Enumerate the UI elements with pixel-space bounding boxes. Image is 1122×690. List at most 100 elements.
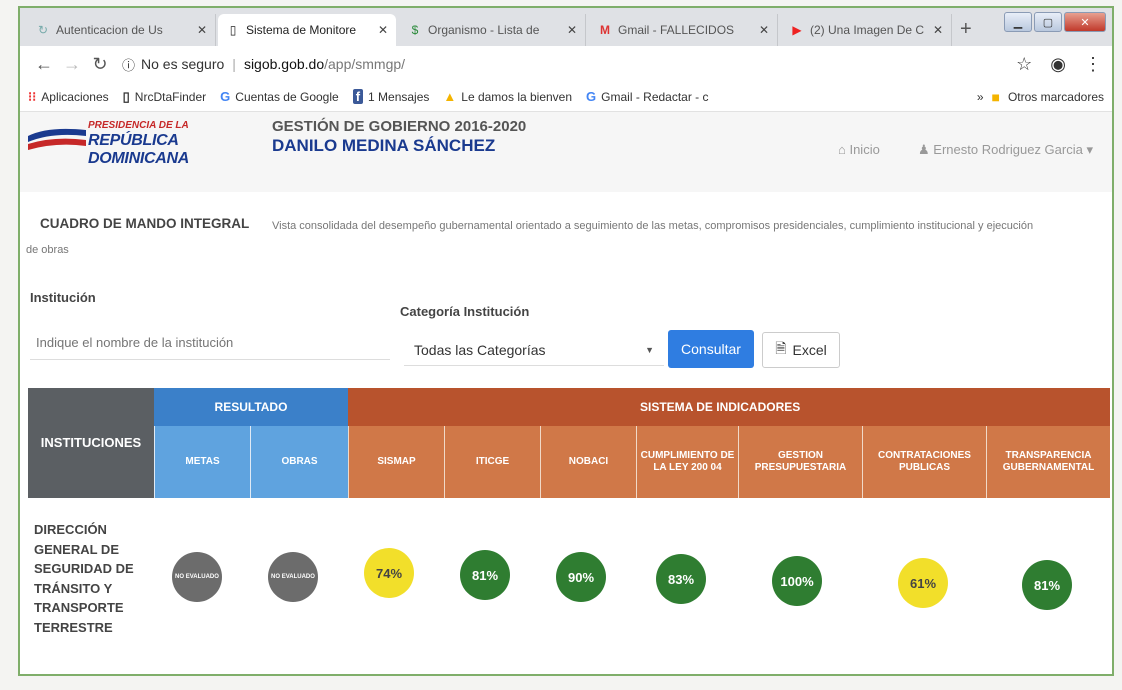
tab-autenticacion[interactable]: ↻ Autenticacion de Us ✕ xyxy=(28,14,216,46)
header-sistema-indicadores[interactable]: SISTEMA DE INDICADORES xyxy=(348,388,1110,426)
tab-gmail[interactable]: M Gmail - FALLECIDOS ✕ xyxy=(590,14,778,46)
gmail-icon: M xyxy=(600,23,610,37)
cumplimiento-ley-status-badge[interactable]: 83% xyxy=(656,554,706,604)
excel-button[interactable]: 🗎 Excel xyxy=(762,332,840,368)
gov-period: GESTIÓN DE GOBIERNO 2016-2020 xyxy=(272,118,527,135)
bookmark-nrcdtafinder[interactable]: ▯ NrcDtaFinder xyxy=(123,89,207,105)
consultar-button[interactable]: Consultar xyxy=(668,330,754,368)
header-sismap[interactable]: SISMAP xyxy=(348,426,444,498)
category-select[interactable]: Todas las Categorías ▼ xyxy=(404,334,664,366)
google-icon: G xyxy=(586,89,597,104)
excel-label: Excel xyxy=(792,342,827,358)
bookmark-gmail-redactar[interactable]: G Gmail - Redactar - c xyxy=(586,89,708,104)
inicio-label: Inicio xyxy=(849,142,880,157)
tab-label: Organismo - Lista de xyxy=(428,23,540,37)
facebook-icon: f xyxy=(352,89,364,104)
tab-label: Gmail - FALLECIDOS xyxy=(618,23,735,37)
category-label: Categoría Institución xyxy=(400,304,530,319)
gestion-presupuestaria-status-badge[interactable]: 100% xyxy=(772,556,822,606)
header-metas[interactable]: METAS xyxy=(154,426,250,498)
minimize-button[interactable]: ▁ xyxy=(1004,12,1032,32)
tab-label: Autenticacion de Us xyxy=(56,23,163,37)
institution-name-line: TRÁNSITO Y xyxy=(34,580,113,596)
close-window-button[interactable]: ✕ xyxy=(1064,12,1106,32)
metas-status-badge[interactable]: NO EVALUADO xyxy=(172,552,222,602)
bookmark-label: Le damos la bienven xyxy=(461,89,573,104)
tab-organismo[interactable]: $ Organismo - Lista de ✕ xyxy=(400,14,586,46)
back-button[interactable]: ← xyxy=(30,54,58,75)
address-bar[interactable]: ⓘ No es seguro | sigob.gob.do/app/smmgp/ xyxy=(122,55,405,74)
tab-label: (2) Una Imagen De C xyxy=(810,23,925,37)
header-iticge[interactable]: ITICGE xyxy=(444,426,540,498)
new-tab-button[interactable]: + xyxy=(960,18,972,41)
tab-label: Sistema de Monitore xyxy=(246,23,357,37)
caret-down-icon: ▼ xyxy=(645,344,654,355)
reload-button[interactable]: ↻ xyxy=(86,54,114,75)
star-icon[interactable]: ☆ xyxy=(1016,54,1032,75)
url-host: sigob.gob.do xyxy=(243,56,325,72)
url-path: /app/smmgp/ xyxy=(324,56,406,72)
inicio-link[interactable]: ⌂ Inicio xyxy=(838,142,880,157)
profile-icon[interactable]: ◉ xyxy=(1050,54,1066,75)
maximize-button[interactable]: ▢ xyxy=(1034,12,1062,32)
header-nobaci[interactable]: NOBACI xyxy=(540,426,636,498)
institution-name-line: DIRECCIÓN xyxy=(34,522,107,537)
bookmarks-overflow-button[interactable]: » xyxy=(977,90,984,104)
institution-label: Institución xyxy=(30,290,96,305)
obras-status-badge[interactable]: NO EVALUADO xyxy=(268,552,318,602)
close-icon[interactable]: ✕ xyxy=(933,23,943,37)
institution-input[interactable] xyxy=(30,326,390,360)
other-bookmarks[interactable]: Otros marcadores xyxy=(1008,90,1104,104)
institution-name-line: GENERAL DE xyxy=(34,541,119,557)
user-menu[interactable]: ♟ Ernesto Rodriguez Garcia ▾ xyxy=(918,142,1093,158)
institution-name[interactable]: DIRECCIÓN GENERAL DE SEGURIDAD DE TRÁNSI… xyxy=(34,520,134,637)
bookmark-label: Aplicaciones xyxy=(41,89,109,104)
youtube-icon: ▶ xyxy=(792,23,802,37)
user-name: Ernesto Rodriguez Garcia ▾ xyxy=(933,142,1093,157)
close-icon[interactable]: ✕ xyxy=(378,23,388,37)
window-controls: ▁ ▢ ✕ xyxy=(1004,12,1106,32)
bookmark-cuentas-google[interactable]: G Cuentas de Google xyxy=(220,89,339,104)
tab-youtube[interactable]: ▶ (2) Una Imagen De C ✕ xyxy=(782,14,952,46)
header-obras[interactable]: OBRAS xyxy=(250,426,348,498)
close-icon[interactable]: ✕ xyxy=(197,23,207,37)
toolbar-actions: ☆ ◉ ⋮ xyxy=(1016,54,1102,75)
institution-name-line: TRANSPORTE xyxy=(34,600,124,615)
logo-line1: PRESIDENCIA DE LA xyxy=(88,120,189,131)
contrataciones-status-badge[interactable]: 61% xyxy=(898,558,948,608)
header-gestion-presupuestaria[interactable]: GESTION PRESUPUESTARIA xyxy=(738,426,862,498)
info-icon[interactable]: ⓘ xyxy=(122,55,135,74)
presidencia-logo[interactable]: PRESIDENCIA DE LA REPÚBLICA DOMINICANA xyxy=(28,118,258,167)
header-contrataciones-publicas[interactable]: CONTRATACIONES PUBLICAS xyxy=(862,426,986,498)
site-header: PRESIDENCIA DE LA REPÚBLICA DOMINICANA G… xyxy=(20,112,1112,256)
close-icon[interactable]: ✕ xyxy=(567,23,577,37)
dollar-icon: $ xyxy=(411,23,419,37)
flag-swoosh-icon xyxy=(28,128,86,150)
header-instituciones[interactable]: INSTITUCIONES xyxy=(28,388,154,498)
forward-button[interactable]: → xyxy=(58,54,86,75)
bookmark-mensajes[interactable]: f 1 Mensajes xyxy=(352,89,430,104)
bookmark-aplicaciones[interactable]: ⁝⁝ Aplicaciones xyxy=(28,89,109,105)
tab-sistema-monitoreo[interactable]: ▯ Sistema de Monitore ✕ xyxy=(218,14,396,46)
page-description: Vista consolidada del desempeño gubernam… xyxy=(272,220,1034,232)
bookmarks-right: » ■ Otros marcadores xyxy=(977,89,1104,105)
nobaci-status-badge[interactable]: 90% xyxy=(556,552,606,602)
institution-name-line: TERRESTRE xyxy=(34,619,113,635)
page-description-cont: de obras xyxy=(26,244,69,256)
bookmark-label: 1 Mensajes xyxy=(368,89,430,104)
menu-icon[interactable]: ⋮ xyxy=(1084,54,1102,75)
header-transparencia[interactable]: TRANSPARENCIA GUBERNAMENTAL xyxy=(986,426,1110,498)
bookmark-label: Gmail - Redactar - c xyxy=(601,89,709,104)
google-icon: G xyxy=(220,89,231,104)
transparencia-status-badge[interactable]: 81% xyxy=(1022,560,1072,610)
bookmark-bienvenida[interactable]: ▲ Le damos la bienven xyxy=(443,89,572,104)
header-cumplimiento-ley[interactable]: CUMPLIMIENTO DE LA LEY 200 04 xyxy=(636,426,738,498)
header-resultado[interactable]: RESULTADO xyxy=(154,388,348,426)
page-icon: ▯ xyxy=(122,88,130,104)
sismap-status-badge[interactable]: 74% xyxy=(364,548,414,598)
tab-strip: ↻ Autenticacion de Us ✕ ▯ Sistema de Mon… xyxy=(20,8,1112,46)
iticge-status-badge[interactable]: 81% xyxy=(460,550,510,600)
close-icon[interactable]: ✕ xyxy=(759,23,769,37)
spinner-icon: ↻ xyxy=(37,23,49,37)
address-toolbar: ← → ↻ ⓘ No es seguro | sigob.gob.do/app/… xyxy=(20,46,1112,82)
